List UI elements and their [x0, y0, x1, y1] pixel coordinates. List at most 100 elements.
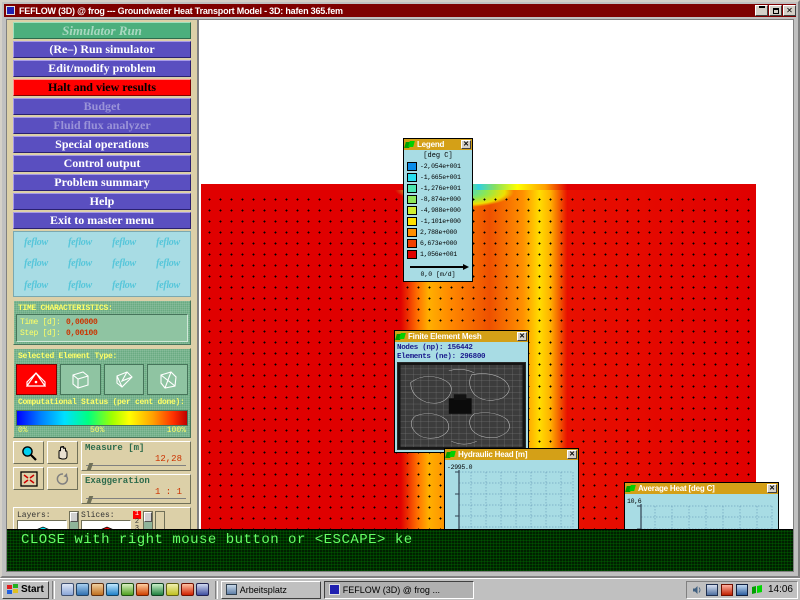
element-type-options	[16, 364, 188, 395]
feflow-logo: feflow	[112, 279, 136, 291]
menu-edit-modify-problem[interactable]: Edit/modify problem	[13, 60, 191, 77]
computational-status-ticks: 0% 50% 100%	[16, 426, 188, 435]
task-button-arbeitsplatz[interactable]: Arbeitsplatz	[220, 580, 321, 599]
mesh-wireframe	[398, 363, 525, 449]
average-heat-titlebar[interactable]: Average Heat [deg C] ✕	[625, 483, 778, 494]
hydraulic-head-titlebar[interactable]: Hydraulic Head [m] ✕	[445, 449, 578, 460]
display-icon[interactable]	[735, 583, 748, 596]
element-type-hex-button[interactable]	[59, 364, 101, 395]
measure-box[interactable]: Measure [m] 12,28	[81, 441, 191, 471]
taskbar-separator	[214, 580, 218, 599]
feflow-logo: feflow	[112, 237, 136, 249]
time-label: Time [d]:	[20, 318, 61, 327]
legend-swatch	[407, 173, 417, 182]
console-message: CLOSE with right mouse button or <ESCAPE…	[21, 532, 413, 548]
exaggeration-slider[interactable]	[86, 496, 186, 503]
legend-value: 2,788e+000	[420, 229, 458, 236]
time-row: Time [d]: 0,00000	[20, 317, 184, 328]
menu-exit-to-master-menu[interactable]: Exit to master menu	[13, 212, 191, 229]
minimize-button[interactable]	[755, 5, 768, 16]
title-bar: FEFLOW (3D) @ frog --- Groundwater Heat …	[4, 4, 796, 17]
time-characteristics-title: TIME CHARACTERISTICS:	[18, 304, 113, 313]
legend-title: Legend	[417, 140, 445, 149]
mesh-elements-label: Elements (ne):	[397, 353, 456, 361]
feflow-tray-icon[interactable]	[751, 584, 763, 596]
finite-element-mesh-window[interactable]: Finite Element Mesh ✕ Nodes (np): 156442…	[394, 330, 529, 453]
mesh-statistics: Nodes (np): 156442 Elements (ne): 296800	[397, 344, 526, 362]
fit-extent-button[interactable]	[13, 467, 44, 490]
element-3d-hex-icon	[72, 370, 89, 389]
start-button[interactable]: Start	[2, 580, 49, 599]
legend-value: -1,101e+000	[420, 218, 461, 225]
element-type-title: Selected Element Type:	[18, 352, 118, 361]
exaggeration-box[interactable]: Exaggeration 1 : 1	[81, 474, 191, 504]
mesh-close-icon[interactable]: ✕	[517, 332, 527, 341]
feflow-window-icon	[626, 485, 635, 493]
window-title: FEFLOW (3D) @ frog --- Groundwater Heat …	[19, 5, 343, 16]
mesh-titlebar[interactable]: Finite Element Mesh ✕	[395, 331, 528, 342]
menu-rerun-simulator[interactable]: (Re–) Run simulator	[13, 41, 191, 58]
hydraulic-head-close-icon[interactable]: ✕	[567, 450, 577, 459]
legend-value: 6,673e+000	[420, 240, 458, 247]
menu-problem-summary[interactable]: Problem summary	[13, 174, 191, 191]
feflow-logo: feflow	[24, 279, 48, 291]
acrobat-icon[interactable]	[180, 583, 194, 596]
legend-item: 6,673e+000	[407, 238, 469, 249]
status-min-label: 0%	[18, 426, 28, 435]
legend-swatch	[407, 184, 417, 193]
layers-label: Layers:	[17, 511, 51, 520]
notepad-icon[interactable]	[120, 583, 134, 596]
legend-swatch	[407, 217, 417, 226]
menu-help[interactable]: Help	[13, 193, 191, 210]
rotate-tool-button[interactable]	[47, 467, 78, 490]
average-heat-close-icon[interactable]: ✕	[767, 484, 777, 493]
menu-control-output[interactable]: Control output	[13, 155, 191, 172]
paint-icon[interactable]	[165, 583, 179, 596]
feflow-logo: feflow	[24, 258, 48, 270]
legend-titlebar[interactable]: Legend ✕	[404, 139, 472, 150]
maximize-button[interactable]	[769, 5, 782, 16]
task-label: Arbeitsplatz	[239, 584, 287, 595]
pan-tool-button[interactable]	[47, 441, 78, 464]
close-button[interactable]: ✕	[783, 5, 796, 16]
task-button-feflow[interactable]: FEFLOW (3D) @ frog ...	[323, 580, 474, 599]
measure-column: Measure [m] 12,28 Exaggeration 1 : 1	[81, 441, 191, 504]
legend-body: [deg C] -2,054e+001 -1,665e+001 -1,276e+…	[404, 150, 472, 281]
zoom-tool-button[interactable]	[13, 441, 44, 464]
menu-halt-and-view-results[interactable]: Halt and view results	[13, 79, 191, 96]
mesh-elements-value: 296800	[460, 353, 486, 361]
menu-budget[interactable]: Budget	[13, 98, 191, 115]
computational-status-title: Computational Status (per cent done):	[18, 398, 185, 407]
legend-close-icon[interactable]: ✕	[461, 140, 471, 149]
menu-fluid-flux-analyzer[interactable]: Fluid flux analyzer	[13, 117, 191, 134]
browser-icon[interactable]	[105, 583, 119, 596]
feflow-taskbar-icon	[328, 584, 340, 595]
status-console: CLOSE with right mouse button or <ESCAPE…	[7, 529, 793, 571]
media-player-icon[interactable]	[135, 583, 149, 596]
network-icon[interactable]	[705, 583, 718, 596]
excel-icon[interactable]	[150, 583, 164, 596]
show-desktop-icon[interactable]	[60, 583, 74, 596]
control-panel: Simulator Run (Re–) Run simulator Edit/m…	[7, 20, 199, 571]
explorer-icon[interactable]	[90, 583, 104, 596]
legend-vector-arrow	[407, 262, 469, 271]
element-type-prism-button[interactable]	[16, 364, 57, 395]
element-3d-prism-icon	[26, 371, 47, 387]
volume-icon[interactable]	[691, 584, 703, 596]
measure-slider[interactable]	[86, 463, 186, 470]
feflow-logo-banner: feflow feflow feflow feflow feflow feflo…	[13, 231, 191, 297]
legend-window[interactable]: Legend ✕ [deg C] -2,054e+001 -1,665e+001…	[403, 138, 473, 282]
model-viewport[interactable]: Legend ✕ [deg C] -2,054e+001 -1,665e+001…	[201, 20, 793, 571]
element-type-tetra-button[interactable]	[147, 364, 188, 395]
antivirus-icon[interactable]	[720, 583, 733, 596]
mail-icon[interactable]	[75, 583, 89, 596]
calculator-icon[interactable]	[195, 583, 209, 596]
mesh-preview-image[interactable]	[397, 362, 526, 450]
legend-value: -1,276e+001	[420, 185, 461, 192]
element-type-pyramid-button[interactable]	[103, 364, 145, 395]
taskbar-clock[interactable]: 14:06	[768, 584, 793, 595]
ah-ytick-top: 10,6	[627, 498, 642, 505]
feflow-logo: feflow	[68, 258, 92, 270]
legend-swatch	[407, 162, 417, 171]
menu-special-operations[interactable]: Special operations	[13, 136, 191, 153]
